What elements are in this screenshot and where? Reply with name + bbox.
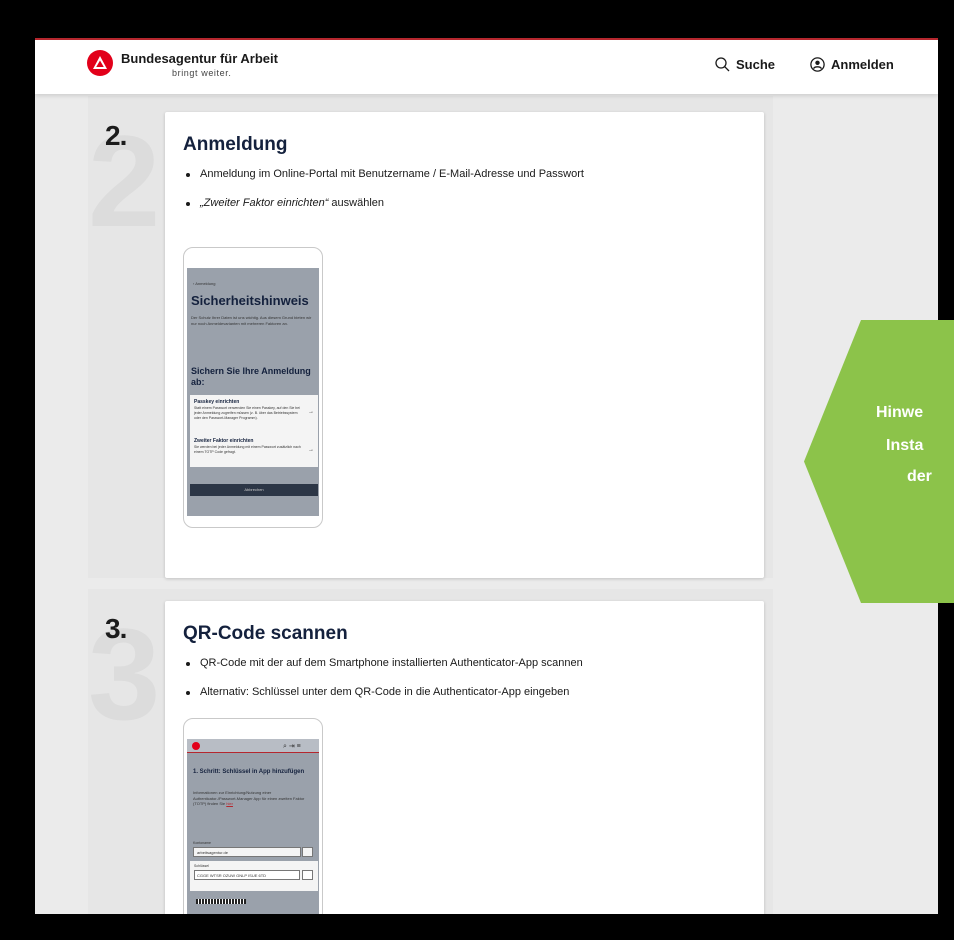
step-3-card: QR-Code scannen QR-Code mit der auf dem … bbox=[165, 601, 764, 914]
step-2-number: 2. bbox=[105, 120, 127, 151]
login-label: Anmelden bbox=[831, 57, 894, 72]
step-3-title: QR-Code scannen bbox=[183, 623, 348, 644]
phone-screenshot-qr: ⌕ ⇥ ≡ 1. Schritt: Schlüssel in App hinzu… bbox=[183, 718, 323, 914]
step-3-bullets: QR-Code mit der auf dem Smartphone insta… bbox=[183, 657, 583, 715]
phone-screen: ⌕ ⇥ ≡ 1. Schritt: Schlüssel in App hinzu… bbox=[187, 739, 319, 914]
phone-option2-title: Zweiter Faktor einrichten bbox=[194, 438, 254, 444]
phone-key-field: CGGE WTSR OZUW GNLP ISUE 6TD bbox=[194, 870, 300, 880]
phone-account-label: Kontoname bbox=[193, 841, 211, 845]
phone-screen: ‹ Anmeldung Sicherheitshinweis Der Schut… bbox=[187, 268, 319, 516]
list-item: Alternativ: Schlüssel unter dem QR-Code … bbox=[183, 686, 583, 698]
ba-logo-icon bbox=[192, 742, 200, 750]
phone-cancel-button: Abbrechen bbox=[190, 484, 318, 496]
step-3-section: 3. 3. QR-Code scannen QR-Code mit der au… bbox=[88, 589, 773, 914]
hint-line-3: der bbox=[907, 468, 932, 485]
phone-options-box: Passkey einrichten Statt einem Passwort … bbox=[190, 395, 318, 467]
list-item: „Zweiter Faktor einrichten“ auswählen bbox=[183, 197, 584, 209]
chevron-right-icon: → bbox=[308, 409, 314, 415]
phone-back-link: ‹ Anmeldung bbox=[193, 281, 216, 286]
site-header: Bundesagentur für Arbeit bringt weiter. … bbox=[35, 40, 938, 94]
phone-heading: 1. Schritt: Schlüssel in App hinzufügen bbox=[193, 769, 305, 775]
step-2-card: Anmeldung Anmeldung im Online-Portal mit… bbox=[165, 112, 764, 578]
list-item: QR-Code mit der auf dem Smartphone insta… bbox=[183, 657, 583, 669]
search-label: Suche bbox=[736, 57, 776, 72]
phone-account-field: arbeitsagentur.de bbox=[193, 847, 301, 857]
search-icon bbox=[715, 57, 730, 72]
phone-option1-title: Passkey einrichten bbox=[194, 399, 240, 405]
brand-tagline: bringt weiter. bbox=[172, 68, 232, 78]
user-icon bbox=[810, 57, 825, 72]
brand-name[interactable]: Bundesagentur für Arbeit bbox=[121, 51, 278, 66]
step-2-title: Anmeldung bbox=[183, 134, 288, 155]
phone-subheading: Sichern Sie Ihre Anmeldung ab: bbox=[191, 366, 311, 387]
phone-key-label: Schlüssel bbox=[194, 864, 209, 868]
search-button[interactable]: Suche bbox=[715, 57, 775, 72]
phone-screenshot-security: ‹ Anmeldung Sicherheitshinweis Der Schut… bbox=[183, 247, 323, 528]
phone-heading: Sicherheitshinweis bbox=[191, 293, 309, 308]
step-2-bullets: Anmeldung im Online-Portal mit Benutzern… bbox=[183, 168, 584, 226]
chevron-right-icon: → bbox=[308, 447, 314, 453]
login-button[interactable]: Anmelden bbox=[810, 57, 894, 72]
phone-nav-icons: ⌕ ⇥ ≡ bbox=[283, 743, 301, 750]
phone-header-bar: ⌕ ⇥ ≡ bbox=[187, 739, 319, 753]
phone-intro: Informationen zur Einrichtung/Nutzung ei… bbox=[193, 790, 305, 806]
browser-viewport: Bundesagentur für Arbeit bringt weiter. … bbox=[35, 38, 938, 914]
hint-line-2: Insta bbox=[886, 437, 924, 454]
copy-icon bbox=[302, 870, 313, 880]
phone-option2-desc: Sie werden bei jeder Anmeldung mit einem… bbox=[194, 445, 301, 454]
ba-logo-icon[interactable] bbox=[87, 50, 113, 76]
phone-key-box: Schlüssel CGGE WTSR OZUW GNLP ISUE 6TD bbox=[190, 861, 318, 891]
phone-intro: Der Schutz Ihrer Daten ist uns wichtig. … bbox=[191, 315, 312, 326]
step-2-section: 2. 2. Anmeldung Anmeldung im Online-Port… bbox=[88, 96, 773, 578]
hint-line-1: Hinwe bbox=[876, 404, 924, 421]
copy-icon bbox=[302, 847, 313, 857]
step-3-number: 3. bbox=[105, 613, 127, 644]
qr-code-icon bbox=[196, 899, 246, 904]
phone-option1-desc: Statt einem Passwort verwenden Sie einen… bbox=[194, 406, 300, 420]
list-item: Anmeldung im Online-Portal mit Benutzern… bbox=[183, 168, 584, 180]
